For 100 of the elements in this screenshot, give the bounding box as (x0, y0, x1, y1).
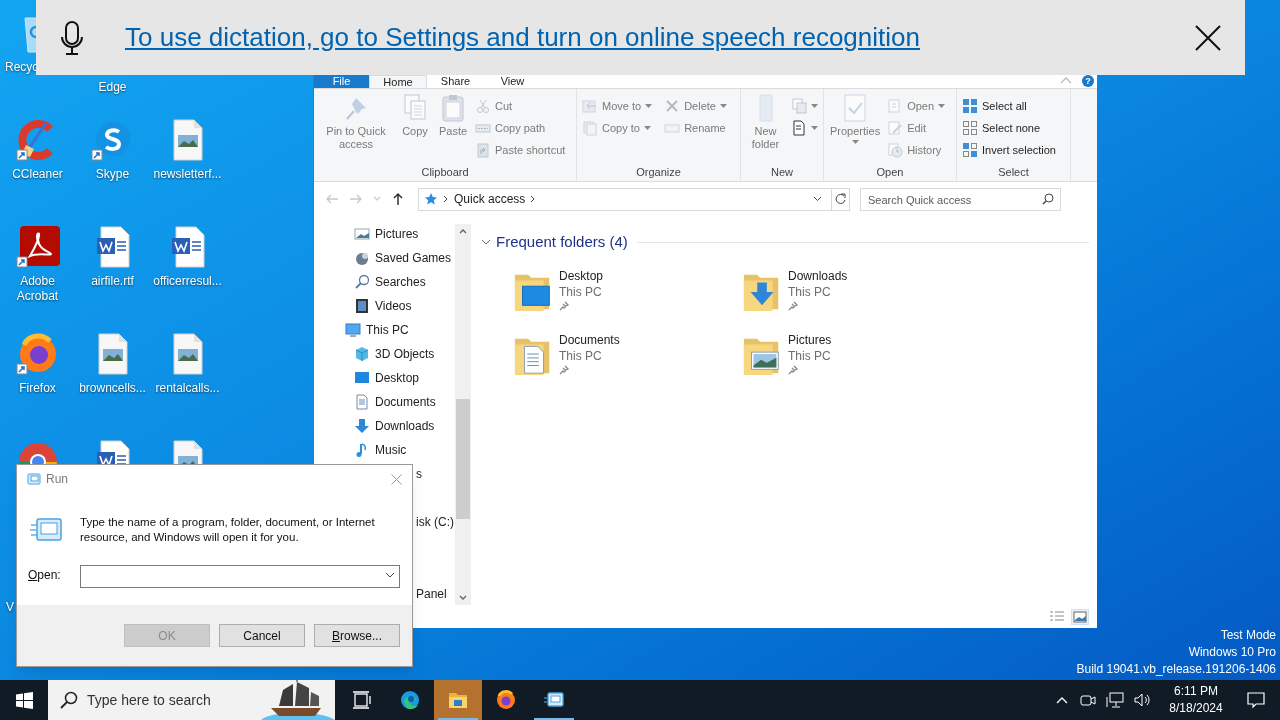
folder-tile[interactable]: Pictures This PC (742, 331, 971, 396)
nav-item[interactable]: Videos (314, 294, 455, 318)
speaker-icon (1134, 692, 1152, 708)
nav-item[interactable]: Desktop (314, 366, 455, 390)
system-watermark-text: Windows 10 Pro (1188, 644, 1276, 661)
folder-name: Desktop (559, 267, 604, 284)
dialog-message: Type the name of a program, folder, document, or Internet resource, and Windows will open it for you. (80, 515, 376, 545)
microphone-icon (59, 19, 85, 56)
desktop-icon-label[interactable]: airfile.rtf (91, 274, 134, 289)
film-icon (354, 298, 370, 314)
settings-link[interactable]: To use dictation, go to Settings and turn on online speech recognition (125, 18, 920, 57)
firefox-icon (495, 690, 517, 710)
ribbon-tab[interactable]: Home (369, 75, 427, 88)
dialog-button[interactable]: Browse... (314, 624, 400, 647)
scroll-down-icon (459, 595, 467, 600)
nav-item[interactable]: Documents (314, 390, 455, 414)
acrobat-icon[interactable] (15, 224, 60, 268)
move-icon (582, 98, 598, 114)
breadcrumb-item[interactable]: Quick access (454, 190, 526, 208)
address-bar[interactable]: Quick access (418, 187, 850, 211)
nav-item[interactable]: Pictures (314, 222, 455, 246)
camera-icon (1080, 692, 1096, 708)
page-icon (791, 120, 807, 136)
desktop-icon-label[interactable]: V (6, 598, 14, 616)
system-watermark-text: Test Mode (1220, 627, 1276, 644)
nav-item[interactable]: s (416, 465, 422, 483)
nav-item[interactable]: Downloads (314, 414, 455, 438)
ribbon-tab[interactable]: File (314, 75, 369, 88)
desktop-icon-label[interactable]: Adobe Acrobat (1, 274, 74, 304)
caret-icon (719, 104, 727, 108)
clock-time[interactable]: 6:11 PM (1174, 683, 1218, 700)
download-arrow-icon (354, 418, 370, 434)
ribbon-group-label: Open (875, 165, 905, 180)
caret-icon (811, 126, 818, 130)
nav-item[interactable]: Music (314, 438, 455, 462)
search-icon (60, 691, 78, 709)
pages-icon (791, 98, 807, 114)
ribbon-group-label: Clipboard (420, 165, 470, 180)
folder-name: Pictures (788, 331, 832, 348)
edit-icon (887, 120, 904, 136)
close-icon[interactable] (1195, 24, 1221, 51)
nav-item[interactable]: This PC (314, 318, 455, 342)
caret-icon (643, 126, 651, 130)
ribbon-group-label: New (770, 165, 794, 180)
nav-item[interactable]: Saved Games (314, 246, 455, 270)
scrollbar-thumb[interactable] (456, 399, 470, 519)
section-header[interactable]: Frequent folders (4) (496, 231, 628, 254)
refresh-icon (835, 193, 846, 205)
desktop-icon-label[interactable]: rentalcalls... (155, 381, 220, 396)
ribbon-tab[interactable]: Share (427, 75, 484, 88)
nav-item[interactable]: 3D Objects (314, 342, 455, 366)
invert-selection-icon (962, 142, 978, 158)
open-combo-box[interactable] (80, 564, 400, 588)
desktop-icon-label[interactable]: browncells... (79, 381, 146, 396)
folder-location: This PC (788, 347, 832, 364)
ribbon-group-label: Select (997, 165, 1030, 180)
desktop-icon-label[interactable]: newsletterf... (153, 167, 222, 182)
ribbon-button[interactable]: Select all (960, 95, 1058, 117)
delete-icon (664, 98, 681, 114)
nav-item[interactable]: Panel (416, 585, 447, 603)
up-arrow-icon[interactable] (391, 192, 405, 206)
shortcut-arrow-icon (16, 363, 27, 375)
caret-icon (811, 104, 818, 108)
desktop-icon-label[interactable]: officerresul... (153, 274, 222, 289)
desktop-icon-label[interactable]: Skype (95, 167, 130, 182)
help-button[interactable]: ? (1082, 75, 1094, 87)
search-field[interactable]: Search Quick access (860, 188, 1061, 212)
scroll-up-icon (459, 229, 467, 234)
ribbon-button[interactable]: Select none (960, 117, 1058, 139)
folder-tile[interactable]: Desktop This PC (513, 267, 742, 332)
folder-tile[interactable]: Downloads This PC (742, 267, 971, 332)
pictures-icon (354, 226, 370, 242)
window-title: Run (46, 471, 68, 488)
folder-tile[interactable]: Documents This PC (513, 331, 742, 396)
shortcut-arrow-icon (91, 149, 102, 161)
field-label: Open: (28, 567, 62, 585)
nav-item[interactable]: Searches (314, 270, 455, 294)
ribbon-button[interactable]: Invert selection (960, 139, 1058, 161)
desktop-icon-label[interactable]: CCleaner (12, 167, 63, 182)
dialog-button[interactable]: Cancel (219, 624, 305, 647)
large-icons-view-icon (1073, 610, 1087, 623)
ribbon-tab[interactable]: View (484, 75, 541, 88)
shortcut-arrow-icon (16, 149, 27, 161)
task-view-icon (351, 690, 373, 710)
collapse-ribbon-icon (1060, 77, 1072, 84)
star-icon (424, 192, 438, 206)
clock-date[interactable]: 8/18/2024 (1169, 700, 1223, 717)
desktop-icon-label[interactable]: Firefox (19, 381, 56, 396)
chevron-right-icon (443, 195, 449, 203)
shortcut-arrow-icon (16, 256, 27, 268)
desktop-icon-label[interactable]: Edge (98, 80, 127, 95)
search-icon (354, 274, 370, 290)
document-icon (354, 394, 370, 410)
notification-icon (1247, 691, 1265, 709)
scrollbar[interactable] (455, 224, 471, 605)
system-watermark-text: Build 19041.vb_release.191206-1406 (1076, 661, 1276, 678)
shortcut-icon (475, 142, 491, 158)
scissors-icon (475, 98, 491, 114)
network-icon (1106, 692, 1124, 708)
nav-item[interactable]: isk (C:) (416, 513, 454, 531)
